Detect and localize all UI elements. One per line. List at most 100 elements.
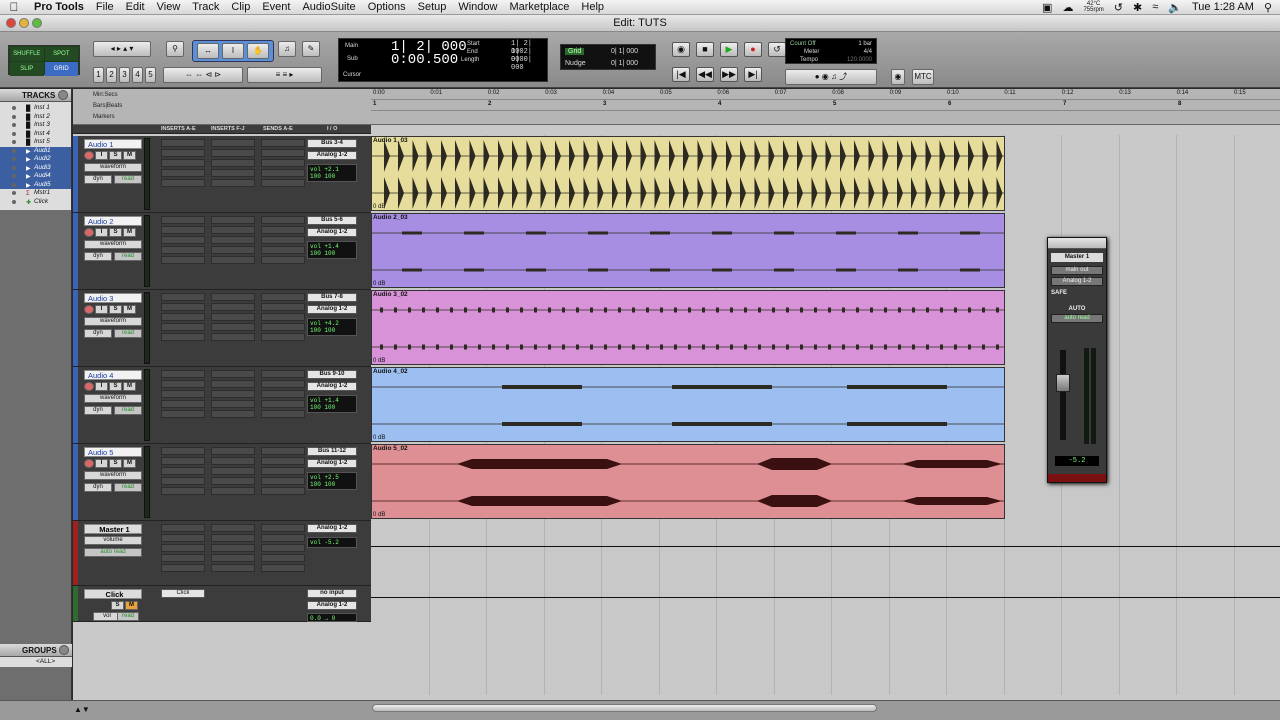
track-list-item[interactable]: ▶ Audi5 <box>0 180 71 189</box>
zoom-buttons[interactable]: ◂ ▸ ▴ ▾ <box>93 41 151 57</box>
insert-slot[interactable] <box>211 179 255 187</box>
menu-audiosuite[interactable]: AudioSuite <box>296 1 361 13</box>
return-to-zero-button[interactable]: |◀ <box>672 67 690 82</box>
zoom-preset-3[interactable]: 3 <box>119 67 130 83</box>
track-list-item[interactable]: █ Inst 5 <box>0 138 71 147</box>
bluetooth-icon[interactable]: ✱ <box>1133 1 1142 14</box>
track-list-item[interactable]: ✚ Click <box>0 198 71 207</box>
send-slot[interactable] <box>261 554 305 562</box>
insert-slot[interactable] <box>211 313 255 321</box>
track-list-item[interactable]: █ Inst 3 <box>0 121 71 130</box>
mute-button[interactable]: M <box>123 459 136 468</box>
groups-panel-menu-button[interactable] <box>59 645 69 655</box>
volume-pan-readout[interactable]: 0.0 → 0 <box>307 613 357 622</box>
insert-slot[interactable] <box>161 293 205 301</box>
menu-app[interactable]: Pro Tools <box>28 1 90 13</box>
insert-slot[interactable] <box>161 333 205 341</box>
input-monitor-button[interactable]: I <box>95 151 108 160</box>
insert-slot[interactable] <box>161 487 205 495</box>
insert-slot[interactable] <box>211 333 255 341</box>
insert-slot[interactable] <box>211 390 255 398</box>
nudge-value[interactable]: 0| 1| 000 <box>611 60 638 67</box>
sync-icon[interactable]: ◉ <box>891 69 905 85</box>
insert-slot[interactable] <box>161 236 205 244</box>
send-slot[interactable] <box>261 477 305 485</box>
master-fader-input[interactable]: Analog 1-2 <box>1051 277 1103 286</box>
volume-pan-readout[interactable]: vol +1.4 100 100 <box>307 395 357 413</box>
send-slot[interactable] <box>261 313 305 321</box>
record-enable-button[interactable] <box>84 459 94 468</box>
zoom-preset-5[interactable]: 5 <box>145 67 156 83</box>
record-button[interactable]: ● <box>744 42 762 57</box>
apple-menu-icon[interactable]:  <box>0 0 28 14</box>
send-slot[interactable] <box>261 380 305 388</box>
menu-options[interactable]: Options <box>362 1 412 13</box>
track-list-item[interactable]: █ Inst 2 <box>0 113 71 122</box>
send-slot[interactable] <box>261 179 305 187</box>
nudge-label[interactable]: Nudge <box>565 60 586 67</box>
master-fader-handle[interactable] <box>1056 374 1070 392</box>
send-slot[interactable] <box>261 159 305 167</box>
record-enable-button[interactable] <box>84 305 94 314</box>
insert-slot[interactable] <box>211 477 255 485</box>
track-view-selector[interactable]: waveform <box>84 163 142 172</box>
tempo-label[interactable]: Tempo <box>800 57 818 63</box>
insert-slot[interactable] <box>211 380 255 388</box>
track-name-field[interactable]: Audio 4 <box>84 370 142 380</box>
insert-slot[interactable] <box>211 226 255 234</box>
insert-slot[interactable] <box>211 139 255 147</box>
insert-slot[interactable] <box>161 226 205 234</box>
menu-window[interactable]: Window <box>452 1 503 13</box>
track-list-item[interactable]: ▶ Audi2 <box>0 155 71 164</box>
send-slot[interactable] <box>261 139 305 147</box>
send-slot[interactable] <box>261 400 305 408</box>
record-enable-button[interactable] <box>84 382 94 391</box>
pencil-tool-icon[interactable]: ✎ <box>302 41 320 57</box>
input-selector[interactable]: Analog 1-2 <box>307 228 357 237</box>
insert-slot[interactable] <box>211 370 255 378</box>
master-fader-titlebar[interactable] <box>1048 238 1106 249</box>
insert-slot[interactable] <box>211 467 255 475</box>
automation-mode-selector[interactable]: read <box>114 483 142 492</box>
input-monitor-button[interactable]: I <box>95 305 108 314</box>
insert-slot[interactable] <box>161 380 205 388</box>
scrubber-tool-icon[interactable]: ♫ <box>278 41 296 57</box>
insert-slot[interactable] <box>161 246 205 254</box>
scroll-arrows-icon[interactable]: ▲▼ <box>74 705 90 714</box>
insert-slot[interactable] <box>161 477 205 485</box>
dyn-selector[interactable]: dyn <box>84 329 112 338</box>
input-selector[interactable]: no input <box>307 589 357 598</box>
automation-mode-selector[interactable]: read <box>114 329 142 338</box>
menu-edit[interactable]: Edit <box>120 1 151 13</box>
shuffle-mode-button[interactable]: SHUFFLE <box>10 47 44 61</box>
input-monitor-button[interactable]: I <box>95 382 108 391</box>
loop-button[interactable]: ↺ <box>768 42 786 57</box>
send-slot[interactable] <box>261 293 305 301</box>
insert-slot[interactable] <box>161 410 205 418</box>
horizontal-scrollbar[interactable] <box>372 704 877 712</box>
link-options-buttons[interactable]: ≡ ≡ ▸ <box>247 67 322 83</box>
send-slot[interactable] <box>261 169 305 177</box>
audio-clip[interactable]: Audio 5_02 0 dB <box>371 444 1005 519</box>
insert-slot[interactable] <box>211 246 255 254</box>
barsbeats-ruler[interactable]: 1 2 3 4 5 6 7 8 <box>371 100 1280 111</box>
count-off-label[interactable]: Count Off <box>790 41 816 47</box>
send-slot[interactable] <box>261 410 305 418</box>
insert-slot[interactable] <box>161 169 205 177</box>
mute-button[interactable]: M <box>123 151 136 160</box>
input-selector[interactable]: Analog 1-2 <box>307 305 357 314</box>
insert-slot[interactable] <box>211 457 255 465</box>
solo-button[interactable]: S <box>109 228 122 237</box>
track-name-field[interactable]: Audio 2 <box>84 216 142 226</box>
rewind-button[interactable]: ◀◀ <box>696 67 714 82</box>
automation-mode-selector[interactable]: read <box>114 406 142 415</box>
spot-mode-button[interactable]: SPOT <box>44 47 78 61</box>
online-button[interactable]: ◉ <box>672 42 690 57</box>
insert-slot[interactable] <box>211 487 255 495</box>
insert-slot[interactable] <box>161 370 205 378</box>
insert-slot[interactable] <box>211 303 255 311</box>
master-fader-name[interactable]: Master 1 <box>1051 253 1103 262</box>
menu-event[interactable]: Event <box>256 1 296 13</box>
insert-slot[interactable] <box>161 216 205 224</box>
insert-slot[interactable] <box>161 149 205 157</box>
